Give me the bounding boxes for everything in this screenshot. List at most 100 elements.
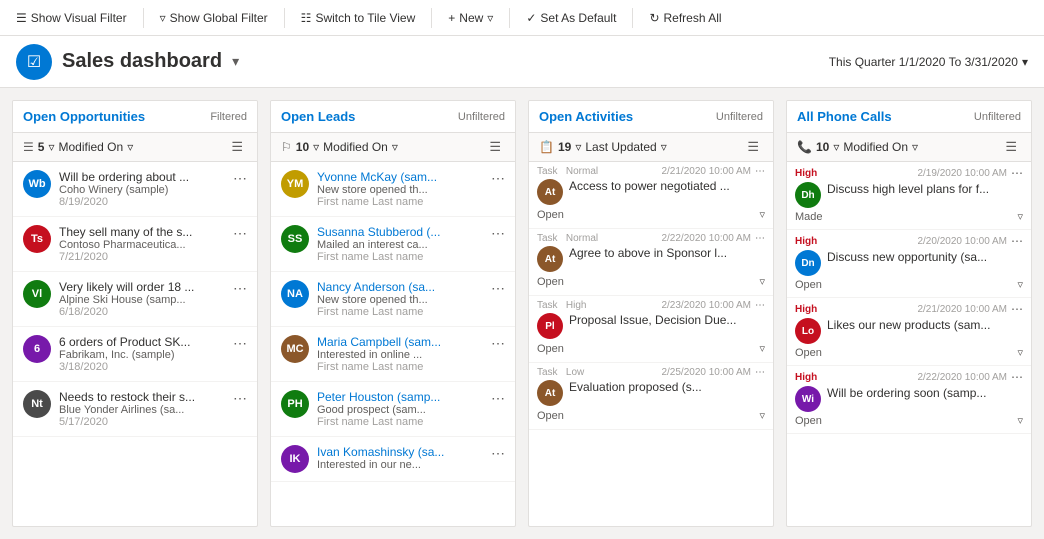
refresh-all-button[interactable]: ↻ Refresh All xyxy=(641,7,729,29)
phone-calls-panel: All Phone Calls Unfiltered 📞 10 ▿ Modifi… xyxy=(786,100,1032,527)
lead-content: Susanna Stubberod (... Mailed an interes… xyxy=(317,225,483,263)
leads-filter-state: Unfiltered xyxy=(458,111,505,123)
phone-calls-sort-arrow-icon: ▿ xyxy=(833,140,839,154)
list-item[interactable]: Task Normal 2/21/2020 10:00 AM ⋯ At Acce… xyxy=(529,162,773,229)
show-visual-filter-button[interactable]: ☰ Show Visual Filter xyxy=(8,7,135,29)
more-options-icon[interactable]: ⋯ xyxy=(491,445,505,462)
call-content: Likes our new products (sam... xyxy=(827,318,1023,332)
leads-sort-chevron-icon[interactable]: ▿ xyxy=(392,140,398,154)
lead-sub: First name Last name xyxy=(317,416,483,428)
more-options-icon[interactable]: ⋯ xyxy=(1011,166,1023,180)
list-item[interactable]: YM Yvonne McKay (sam... New store opened… xyxy=(271,162,515,217)
list-item[interactable]: NA Nancy Anderson (sa... New store opene… xyxy=(271,272,515,327)
set-as-default-button[interactable]: ✓ Set As Default xyxy=(518,7,624,29)
list-item[interactable]: High 2/22/2020 10:00 AM ⋯ Wi Will be ord… xyxy=(787,366,1031,434)
more-options-icon[interactable]: ⋯ xyxy=(233,280,247,297)
show-global-filter-button[interactable]: ▿ Show Global Filter xyxy=(152,7,276,29)
call-content: Will be ordering soon (samp... xyxy=(827,386,1023,400)
date-range-chevron-icon[interactable]: ▾ xyxy=(1022,55,1028,69)
switch-to-tile-view-button[interactable]: ☷ Switch to Tile View xyxy=(293,7,424,29)
more-options-icon[interactable]: ⋯ xyxy=(1011,234,1023,248)
activities-sort-chevron-icon[interactable]: ▿ xyxy=(661,140,667,154)
new-button[interactable]: + New ▿ xyxy=(440,7,501,29)
lead-name[interactable]: Peter Houston (samp... xyxy=(317,390,483,404)
lead-name[interactable]: Nancy Anderson (sa... xyxy=(317,280,483,294)
more-options-icon[interactable]: ⋯ xyxy=(755,367,765,378)
date-range-area: This Quarter 1/1/2020 To 3/31/2020 ▾ xyxy=(829,55,1028,69)
list-item[interactable]: High 2/19/2020 10:00 AM ⋯ Dh Discuss hig… xyxy=(787,162,1031,230)
list-item[interactable]: High 2/21/2020 10:00 AM ⋯ Lo Likes our n… xyxy=(787,298,1031,366)
lead-name[interactable]: Ivan Komashinsky (sa... xyxy=(317,445,483,459)
lead-desc: Interested in online ... xyxy=(317,349,483,361)
activity-status: Open xyxy=(537,276,564,288)
avatar: At xyxy=(537,246,563,272)
table-row[interactable]: Ts They sell many of the s... Contoso Ph… xyxy=(13,217,257,272)
list-item[interactable]: Task Low 2/25/2020 10:00 AM ⋯ At Evaluat… xyxy=(529,363,773,430)
table-row[interactable]: Vl Very likely will order 18 ... Alpine … xyxy=(13,272,257,327)
activities-filter-settings-button[interactable]: ☰ xyxy=(743,137,763,157)
phone-calls-subheader: 📞 10 ▿ Modified On ▿ ☰ xyxy=(787,133,1031,162)
leads-panel-header: Open Leads Unfiltered xyxy=(271,101,515,133)
opportunities-filter-settings-button[interactable]: ☰ xyxy=(227,137,247,157)
more-options-icon[interactable]: ⋯ xyxy=(491,225,505,242)
more-options-icon[interactable]: ⋯ xyxy=(233,225,247,242)
more-options-icon[interactable]: ⋯ xyxy=(1011,302,1023,316)
list-item[interactable]: IK Ivan Komashinsky (sa... Interested in… xyxy=(271,437,515,482)
call-expand-icon[interactable]: ▿ xyxy=(1017,278,1023,291)
list-item[interactable]: Task High 2/23/2020 10:00 AM ⋯ Pl Propos… xyxy=(529,296,773,363)
more-options-icon[interactable]: ⋯ xyxy=(233,335,247,352)
opportunities-sort-chevron-icon[interactable]: ▿ xyxy=(127,140,133,154)
avatar: PH xyxy=(281,390,309,418)
list-item[interactable]: MC Maria Campbell (sam... Interested in … xyxy=(271,327,515,382)
activity-header: Task Normal 2/21/2020 10:00 AM ⋯ xyxy=(537,166,765,177)
app-logo: ☑ xyxy=(16,44,52,80)
avatar: SS xyxy=(281,225,309,253)
activity-expand-icon[interactable]: ▿ xyxy=(759,275,765,288)
activities-panel-header: Open Activities Unfiltered xyxy=(529,101,773,133)
table-row[interactable]: Nt Needs to restock their s... Blue Yond… xyxy=(13,382,257,437)
more-options-icon[interactable]: ⋯ xyxy=(233,170,247,187)
opportunities-panel-title: Open Opportunities xyxy=(23,109,145,124)
phone-calls-filter-settings-button[interactable]: ☰ xyxy=(1001,137,1021,157)
activities-sort-label: Last Updated xyxy=(585,140,656,154)
list-item[interactable]: SS Susanna Stubberod (... Mailed an inte… xyxy=(271,217,515,272)
list-item[interactable]: High 2/20/2020 10:00 AM ⋯ Dn Discuss new… xyxy=(787,230,1031,298)
lead-name[interactable]: Susanna Stubberod (... xyxy=(317,225,483,239)
more-options-icon[interactable]: ⋯ xyxy=(491,390,505,407)
call-expand-icon[interactable]: ▿ xyxy=(1017,414,1023,427)
activity-expand-icon[interactable]: ▿ xyxy=(759,409,765,422)
table-row[interactable]: 6 6 orders of Product SK... Fabrikam, In… xyxy=(13,327,257,382)
lead-name[interactable]: Maria Campbell (sam... xyxy=(317,335,483,349)
check-icon: ✓ xyxy=(526,11,536,25)
call-expand-icon[interactable]: ▿ xyxy=(1017,346,1023,359)
separator-5 xyxy=(632,8,633,28)
leads-filter-settings-button[interactable]: ☰ xyxy=(485,137,505,157)
more-options-icon[interactable]: ⋯ xyxy=(491,280,505,297)
avatar: MC xyxy=(281,335,309,363)
list-item[interactable]: Task Normal 2/22/2020 10:00 AM ⋯ At Agre… xyxy=(529,229,773,296)
more-options-icon[interactable]: ⋯ xyxy=(491,335,505,352)
more-options-icon[interactable]: ⋯ xyxy=(1011,370,1023,384)
dashboard-chevron-icon[interactable]: ▾ xyxy=(232,53,239,70)
more-options-icon[interactable]: ⋯ xyxy=(755,166,765,177)
lead-desc: New store opened th... xyxy=(317,294,483,306)
more-options-icon[interactable]: ⋯ xyxy=(491,170,505,187)
avatar: Dn xyxy=(795,250,821,276)
phone-calls-list: High 2/19/2020 10:00 AM ⋯ Dh Discuss hig… xyxy=(787,162,1031,526)
list-item[interactable]: PH Peter Houston (samp... Good prospect … xyxy=(271,382,515,437)
activity-header: Task High 2/23/2020 10:00 AM ⋯ xyxy=(537,300,765,311)
activity-expand-icon[interactable]: ▿ xyxy=(759,208,765,221)
more-options-icon[interactable]: ⋯ xyxy=(755,300,765,311)
call-datetime: 2/20/2020 10:00 AM xyxy=(917,236,1007,247)
table-row[interactable]: Wb Will be ordering about ... Coho Winer… xyxy=(13,162,257,217)
activity-type-label: Task Normal xyxy=(537,166,598,177)
activity-body: At Agree to above in Sponsor l... xyxy=(537,246,765,272)
call-expand-icon[interactable]: ▿ xyxy=(1017,210,1023,223)
opp-content: Needs to restock their s... Blue Yonder … xyxy=(59,390,225,428)
activity-expand-icon[interactable]: ▿ xyxy=(759,342,765,355)
lead-name[interactable]: Yvonne McKay (sam... xyxy=(317,170,483,184)
more-options-icon[interactable]: ⋯ xyxy=(755,233,765,244)
opp-date: 6/18/2020 xyxy=(59,306,225,318)
phone-calls-sort-chevron-icon[interactable]: ▿ xyxy=(912,140,918,154)
more-options-icon[interactable]: ⋯ xyxy=(233,390,247,407)
